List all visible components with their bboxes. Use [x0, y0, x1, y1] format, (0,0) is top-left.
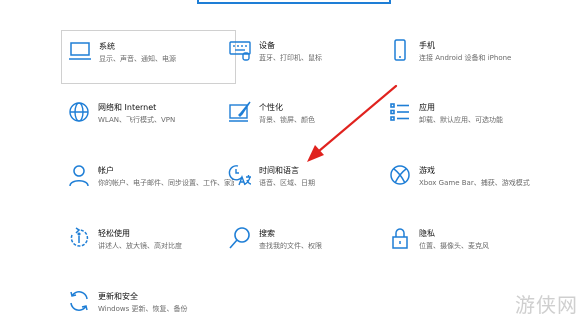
- tile-title: 应用: [419, 103, 435, 112]
- tile-title: 时间和语言: [259, 166, 299, 175]
- tile-subtitle: WLAN、飞行模式、VPN: [98, 116, 176, 124]
- tile-subtitle: 连接 Android 设备和 iPhone: [419, 54, 512, 62]
- time-language-icon: [228, 163, 252, 187]
- search-box-edge[interactable]: [197, 0, 391, 4]
- tile-phone[interactable]: 手机 连接 Android 设备和 iPhone: [382, 30, 557, 84]
- tile-ease-of-access[interactable]: 轻松使用 讲述人、放大镜、高对比度: [61, 218, 236, 272]
- xbox-icon: [388, 163, 412, 187]
- paintbrush-icon: [228, 100, 252, 124]
- tile-system[interactable]: 系统 显示、声音、通知、电源: [61, 30, 236, 84]
- tile-subtitle: 显示、声音、通知、电源: [99, 55, 176, 63]
- tile-accounts[interactable]: 帐户 你的帐户、电子邮件、同步设置、工作、家庭: [61, 155, 236, 209]
- tile-title: 隐私: [419, 229, 435, 238]
- tile-devices[interactable]: 设备 蓝牙、打印机、鼠标: [222, 30, 397, 84]
- tile-subtitle: Windows 更新、恢复、备份: [98, 305, 188, 313]
- tile-title: 更新和安全: [98, 292, 138, 301]
- tile-gaming[interactable]: 游戏 Xbox Game Bar、捕获、游戏模式: [382, 155, 557, 209]
- globe-icon: [67, 100, 91, 124]
- phone-icon: [388, 38, 412, 62]
- tile-network[interactable]: 网络和 Internet WLAN、飞行模式、VPN: [61, 92, 236, 146]
- tile-title: 设备: [259, 41, 275, 50]
- tile-personalization[interactable]: 个性化 背景、锁屏、颜色: [222, 92, 397, 146]
- tile-time-language[interactable]: 时间和语言 语音、区域、日期: [222, 155, 397, 209]
- tile-subtitle: 查找我的文件、权限: [259, 242, 322, 250]
- tile-title: 个性化: [259, 103, 283, 112]
- tile-subtitle: 背景、锁屏、颜色: [259, 116, 315, 124]
- update-icon: [67, 289, 91, 313]
- tile-subtitle: 讲述人、放大镜、高对比度: [98, 242, 182, 250]
- tile-subtitle: 你的帐户、电子邮件、同步设置、工作、家庭: [98, 179, 234, 187]
- tile-title: 帐户: [98, 166, 114, 175]
- tile-subtitle: 卸载、默认应用、可选功能: [419, 116, 503, 124]
- tile-subtitle: 位置、摄像头、麦克风: [419, 242, 489, 250]
- tile-title: 轻松使用: [98, 229, 130, 238]
- watermark: 游侠网: [515, 293, 578, 317]
- ease-of-access-icon: [67, 226, 91, 250]
- tile-title: 手机: [419, 41, 435, 50]
- tile-apps[interactable]: 应用 卸载、默认应用、可选功能: [382, 92, 557, 146]
- tile-title: 游戏: [419, 166, 435, 175]
- tile-title: 系统: [99, 42, 115, 51]
- tile-subtitle: 蓝牙、打印机、鼠标: [259, 54, 322, 62]
- tile-update-security[interactable]: 更新和安全 Windows 更新、恢复、备份: [61, 281, 236, 335]
- search-icon: [228, 226, 252, 250]
- tile-subtitle: 语音、区域、日期: [259, 179, 315, 187]
- tile-privacy[interactable]: 隐私 位置、摄像头、麦克风: [382, 218, 557, 272]
- tile-subtitle: Xbox Game Bar、捕获、游戏模式: [419, 179, 530, 187]
- person-icon: [67, 163, 91, 187]
- tile-search[interactable]: 搜索 查找我的文件、权限: [222, 218, 397, 272]
- tile-title: 网络和 Internet: [98, 103, 157, 112]
- keyboard-icon: [228, 38, 252, 62]
- lock-icon: [388, 226, 412, 250]
- tile-title: 搜索: [259, 229, 275, 238]
- apps-list-icon: [388, 100, 412, 124]
- monitor-icon: [68, 39, 92, 63]
